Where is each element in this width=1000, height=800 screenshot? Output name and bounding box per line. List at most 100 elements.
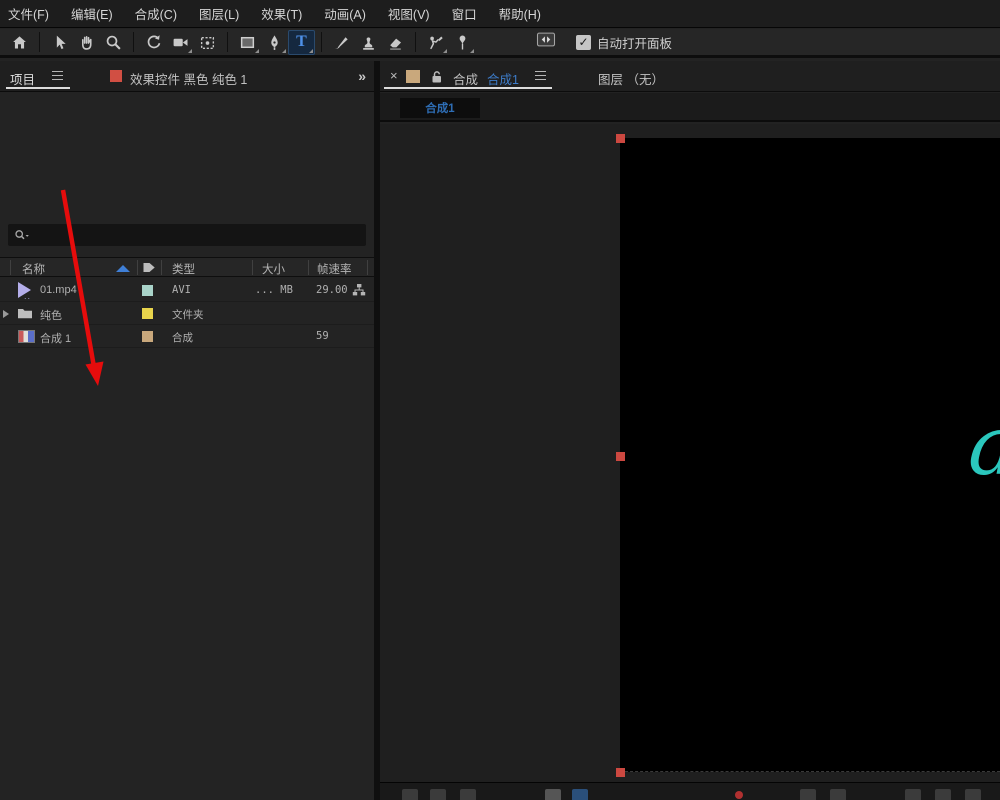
project-table-header: 名称 类型 大小 帧速率 — [0, 257, 374, 277]
table-row-footage[interactable]: .. 01.mp4 AVI ... MB 29.00 — [0, 279, 374, 302]
type-tool-icon[interactable]: T — [288, 30, 315, 55]
toolbar-separator — [39, 32, 40, 52]
project-tab-bar: 项目 效果控件 黑色 纯色 1 » — [0, 61, 374, 92]
layer-handle-top-left[interactable] — [616, 134, 625, 143]
active-tab-underline — [384, 87, 552, 89]
comp-subtab[interactable]: 合成1 — [400, 98, 480, 118]
workspace-panel-icon[interactable] — [536, 31, 556, 53]
roto-brush-tool-icon[interactable] — [422, 30, 449, 55]
toolbar-separator — [133, 32, 134, 52]
layer-handle-mid-left[interactable] — [616, 452, 625, 461]
menu-help[interactable]: 帮助(H) — [499, 4, 541, 23]
viewer-option-icon[interactable] — [905, 789, 921, 800]
item-name: 合成 1 — [40, 330, 71, 346]
toolbar-separator — [321, 32, 322, 52]
column-header-framerate[interactable]: 帧速率 — [317, 261, 352, 277]
expander-chevron-icon[interactable] — [3, 310, 9, 318]
toolbar-separator — [227, 32, 228, 52]
viewer-option-icon[interactable] — [965, 789, 981, 800]
item-name: 纯色 — [40, 307, 62, 323]
menu-file[interactable]: 文件(F) — [8, 4, 49, 23]
shape-tool-icon[interactable] — [234, 30, 261, 55]
pen-tool-icon[interactable] — [261, 30, 288, 55]
menu-effect[interactable]: 效果(T) — [261, 4, 302, 23]
folder-icon — [17, 306, 33, 323]
pan-behind-tool-icon[interactable] — [194, 30, 221, 55]
composition-icon — [18, 330, 35, 343]
tab-effect-controls[interactable]: 效果控件 黑色 纯色 1 — [130, 69, 247, 88]
eraser-tool-icon[interactable] — [382, 30, 409, 55]
rotate-tool-icon[interactable] — [140, 30, 167, 55]
panel-overflow-icon[interactable]: » — [358, 68, 366, 84]
solid-swatch-icon — [110, 70, 122, 82]
menu-edit[interactable]: 编辑(E) — [71, 4, 113, 23]
composition-viewer[interactable]: a — [380, 124, 1000, 782]
column-separator — [252, 260, 253, 275]
search-input[interactable] — [34, 229, 334, 241]
tab-project[interactable]: 项目 — [10, 69, 35, 88]
tool-flyout-indicator — [470, 49, 474, 53]
comp-subtab-strip: 合成1 — [380, 93, 1000, 122]
type-tool-letter: T — [296, 33, 307, 51]
viewer-option-icon[interactable] — [935, 789, 951, 800]
layer-handle-bottom-left[interactable] — [616, 768, 625, 777]
tool-flyout-indicator — [282, 49, 286, 53]
toolbar-right-group: ✓ 自动打开面板 — [536, 31, 672, 53]
camera-tool-icon[interactable] — [167, 30, 194, 55]
menu-layer[interactable]: 图层(L) — [199, 4, 239, 23]
viewer-option-icon[interactable] — [800, 789, 816, 800]
item-size: ... MB — [255, 284, 293, 296]
project-panel: 项目 效果控件 黑色 纯色 1 » 名称 类型 大小 — [0, 61, 374, 800]
label-swatch[interactable] — [142, 308, 153, 319]
table-row-composition[interactable]: 合成 1 合成 59 — [0, 325, 374, 348]
clone-stamp-tool-icon[interactable] — [355, 30, 382, 55]
hand-tool-icon[interactable] — [73, 30, 100, 55]
viewer-option-icon[interactable] — [402, 789, 418, 800]
zoom-tool-icon[interactable] — [100, 30, 127, 55]
column-header-name[interactable]: 名称 — [22, 261, 45, 277]
comp-text-layer: a — [968, 406, 1000, 488]
sort-arrow-icon[interactable] — [116, 265, 130, 272]
column-header-size[interactable]: 大小 — [262, 261, 285, 277]
menu-composition[interactable]: 合成(C) — [135, 4, 177, 23]
menu-animation[interactable]: 动画(A) — [324, 4, 366, 23]
composition-tab-bar: × 合成 合成1 图层 （无） — [380, 61, 1000, 92]
tab-composition-prefix[interactable]: 合成 — [453, 69, 478, 88]
auto-open-panels-label: 自动打开面板 — [597, 33, 672, 52]
tab-layer[interactable]: 图层 （无） — [598, 69, 664, 88]
viewer-option-icon[interactable] — [545, 789, 561, 800]
viewer-option-icon[interactable] — [430, 789, 446, 800]
home-icon[interactable] — [6, 30, 33, 55]
auto-open-panels-checkbox[interactable]: ✓ — [576, 35, 591, 50]
loading-dots: .. — [24, 291, 31, 301]
table-row-folder[interactable]: 纯色 文件夹 — [0, 302, 374, 325]
label-swatch[interactable] — [142, 331, 153, 342]
menu-bar: 文件(F) 编辑(E) 合成(C) 图层(L) 效果(T) 动画(A) 视图(V… — [0, 0, 1000, 28]
item-framerate: 59 — [316, 330, 329, 342]
viewer-option-icon[interactable] — [830, 789, 846, 800]
column-separator — [161, 260, 162, 275]
tool-flyout-indicator — [443, 49, 447, 53]
column-header-type[interactable]: 类型 — [172, 261, 195, 277]
project-search-box[interactable] — [8, 224, 366, 246]
brush-tool-icon[interactable] — [328, 30, 355, 55]
panel-menu-icon[interactable] — [52, 71, 63, 80]
item-type: 合成 — [172, 330, 193, 345]
menu-window[interactable]: 窗口 — [452, 4, 477, 23]
tab-composition-name[interactable]: 合成1 — [487, 69, 519, 88]
column-separator — [367, 260, 368, 275]
after-effects-window: 文件(F) 编辑(E) 合成(C) 图层(L) 效果(T) 动画(A) 视图(V… — [0, 0, 1000, 800]
item-name: 01.mp4 — [40, 284, 77, 296]
tag-icon[interactable] — [142, 261, 156, 277]
viewer-option-icon[interactable] — [572, 789, 588, 800]
comp-canvas[interactable] — [620, 138, 1000, 772]
label-swatch[interactable] — [142, 285, 153, 296]
close-icon[interactable]: × — [390, 68, 398, 83]
puppet-pin-tool-icon[interactable] — [449, 30, 476, 55]
panel-menu-icon[interactable] — [535, 71, 546, 80]
comp-bottom-toolbar — [380, 782, 1000, 800]
selection-tool-icon[interactable] — [46, 30, 73, 55]
channel-indicator-icon[interactable] — [735, 791, 743, 799]
menu-view[interactable]: 视图(V) — [388, 4, 430, 23]
viewer-option-icon[interactable] — [460, 789, 476, 800]
